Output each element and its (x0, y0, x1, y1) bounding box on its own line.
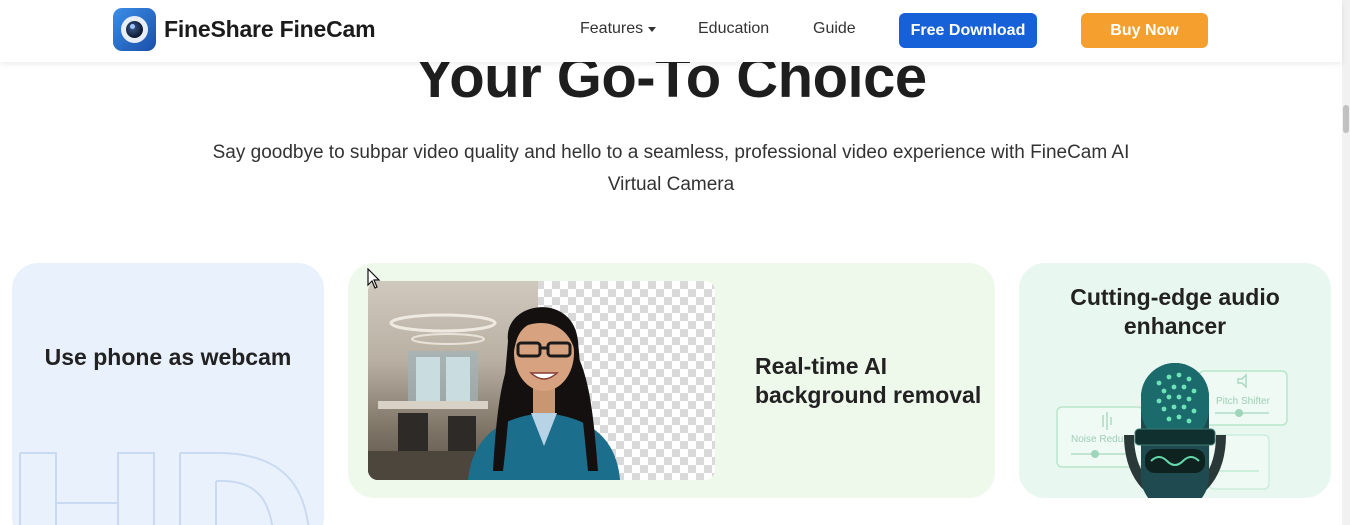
background-removal-preview-image (368, 281, 715, 480)
nav-features[interactable]: Features (580, 20, 657, 38)
free-download-button[interactable]: Free Download (899, 13, 1037, 48)
page-scrollbar[interactable] (1342, 0, 1350, 525)
mouse-cursor-icon (367, 268, 381, 289)
card-title-background-removal-line-1: Real-time AI (755, 353, 888, 379)
card-title-background-removal-line-2: background removal (755, 382, 982, 408)
hero-subtitle: Say goodbye to subpar video quality and … (180, 137, 1162, 201)
site-header: FineShare FineCam Features Education Gui… (0, 0, 1342, 62)
nav-guide[interactable]: Guide (813, 20, 856, 38)
hero-subtitle-line-2: Virtual Camera (607, 174, 735, 195)
hero-subtitle-line-1: Say goodbye to subpar video quality and … (212, 142, 1130, 163)
card-title-background-removal: Real-time AI background removal (755, 352, 990, 410)
feature-card-background-removal[interactable]: Real-time AI background removal (348, 263, 995, 498)
microphone-illustration: Pitch Shifter Noise Redu (1056, 363, 1288, 498)
scrollbar-thumb[interactable] (1343, 105, 1349, 133)
hd-outline-icon: HD (18, 451, 310, 525)
card-title-phone-webcam: Use phone as webcam (44, 344, 292, 370)
hd-deco-text: HD (18, 451, 20, 452)
buy-now-button[interactable]: Buy Now (1081, 13, 1208, 48)
brand-link[interactable]: FineShare FineCam (113, 8, 376, 51)
nav-education[interactable]: Education (698, 20, 769, 38)
caret-down-icon (648, 26, 657, 32)
noise-reduction-label: Noise Redu (1071, 434, 1123, 445)
brand-name: FineShare FineCam (164, 16, 376, 42)
pitch-shifter-label: Pitch Shifter (1216, 396, 1271, 407)
feature-card-audio-enhancer[interactable]: Cutting-edge audio enhancer Pitch Shifte… (1019, 263, 1331, 498)
feature-card-phone-webcam[interactable]: Use phone as webcam HD (12, 263, 324, 525)
finecam-logo-icon (113, 8, 156, 51)
woman-portrait-icon (368, 307, 620, 480)
nav-features-label: Features (580, 20, 644, 37)
